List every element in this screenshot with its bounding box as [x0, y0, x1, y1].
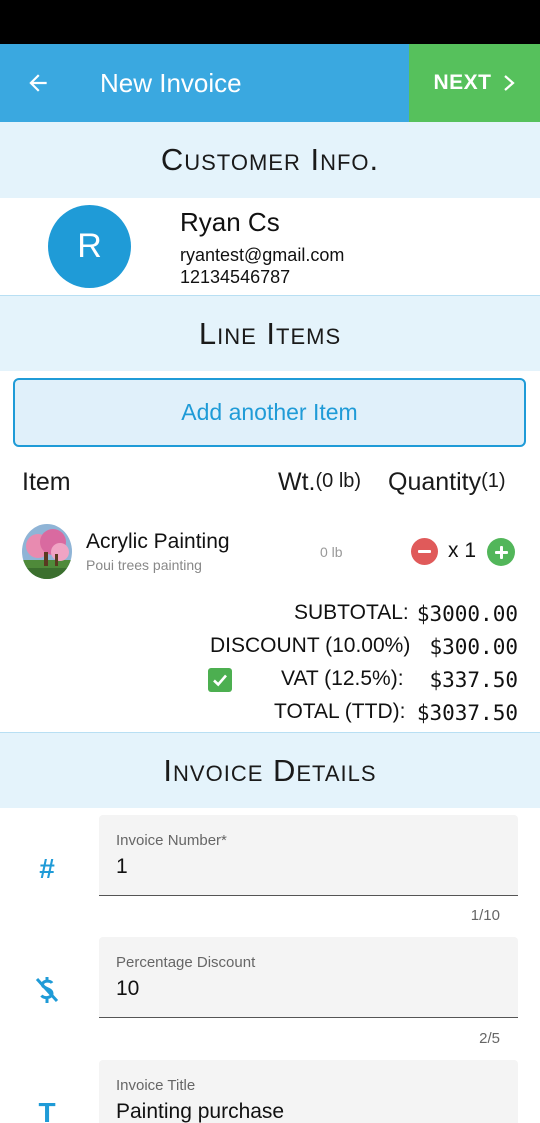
app-bar: New Invoice NEXT [0, 44, 540, 122]
decrease-quantity-button[interactable] [411, 538, 438, 565]
customer-phone: 12134546787 [180, 267, 291, 287]
percentage-discount-label: Percentage Discount [116, 954, 256, 971]
next-button[interactable]: NEXT [409, 44, 540, 122]
status-bar [0, 0, 540, 44]
chevron-right-icon [503, 75, 515, 91]
check-icon [213, 674, 227, 687]
percentage-discount-value: 10 [116, 977, 140, 1000]
arrow-back-icon [29, 74, 47, 92]
discount-label: DISCOUNT (10.00%) [210, 634, 411, 657]
invoice-title-label: Invoice Title [116, 1077, 196, 1094]
subtotal-label: SUBTOTAL: [294, 601, 409, 624]
column-header-quantity: Quantity(1) [388, 468, 506, 497]
item-description: Poui trees painting [86, 557, 202, 573]
column-header-quantity-total: (1) [481, 470, 506, 492]
item-weight: 0 lb [320, 544, 343, 560]
next-button-label: NEXT [433, 71, 492, 94]
invoice-title-field[interactable]: Invoice Title Painting purchase [99, 1060, 518, 1123]
percentage-discount-counter: 2/5 [479, 1030, 500, 1047]
invoice-number-counter: 1/10 [470, 907, 500, 924]
add-item-button[interactable]: Add another Item [13, 378, 526, 447]
page-title: New Invoice [100, 68, 242, 98]
invoice-number-label: Invoice Number* [116, 832, 227, 849]
column-header-weight-total: (0 lb) [315, 470, 362, 492]
vat-checkbox[interactable] [208, 668, 232, 692]
item-thumbnail [22, 524, 72, 579]
total-value: $3037.50 [416, 701, 518, 725]
total-label: TOTAL (TTD): [274, 700, 406, 723]
vat-value: $337.50 [429, 668, 518, 692]
column-header-quantity-label: Quantity [388, 468, 482, 496]
item-name: Acrylic Painting [86, 530, 230, 553]
money-off-icon [30, 975, 64, 1012]
line-items-header: Line Items [0, 295, 540, 371]
customer-email: ryantest@gmail.com [180, 245, 345, 265]
column-header-weight: Wt.(0 lb) [278, 468, 361, 497]
item-quantity: x 1 [448, 539, 477, 562]
percentage-discount-field[interactable]: Percentage Discount 10 [99, 937, 518, 1018]
title-icon: T [38, 1097, 56, 1123]
vat-label: VAT (12.5%): [281, 667, 404, 690]
discount-value: $300.00 [429, 635, 518, 659]
hash-icon: # [39, 853, 55, 884]
increase-quantity-button[interactable] [487, 538, 515, 566]
back-button[interactable] [18, 63, 58, 103]
subtotal-value: $3000.00 [416, 602, 518, 626]
customer-name: Ryan Cs [180, 207, 280, 237]
avatar[interactable]: R [48, 205, 131, 288]
column-header-item: Item [22, 468, 71, 496]
invoice-number-value: 1 [116, 855, 128, 878]
invoice-details-header: Invoice Details [0, 732, 540, 808]
column-header-weight-label: Wt. [278, 468, 316, 496]
customer-info-header: Customer Info. [0, 122, 540, 198]
invoice-number-field[interactable]: Invoice Number* 1 [99, 815, 518, 896]
invoice-title-value: Painting purchase [116, 1100, 285, 1123]
